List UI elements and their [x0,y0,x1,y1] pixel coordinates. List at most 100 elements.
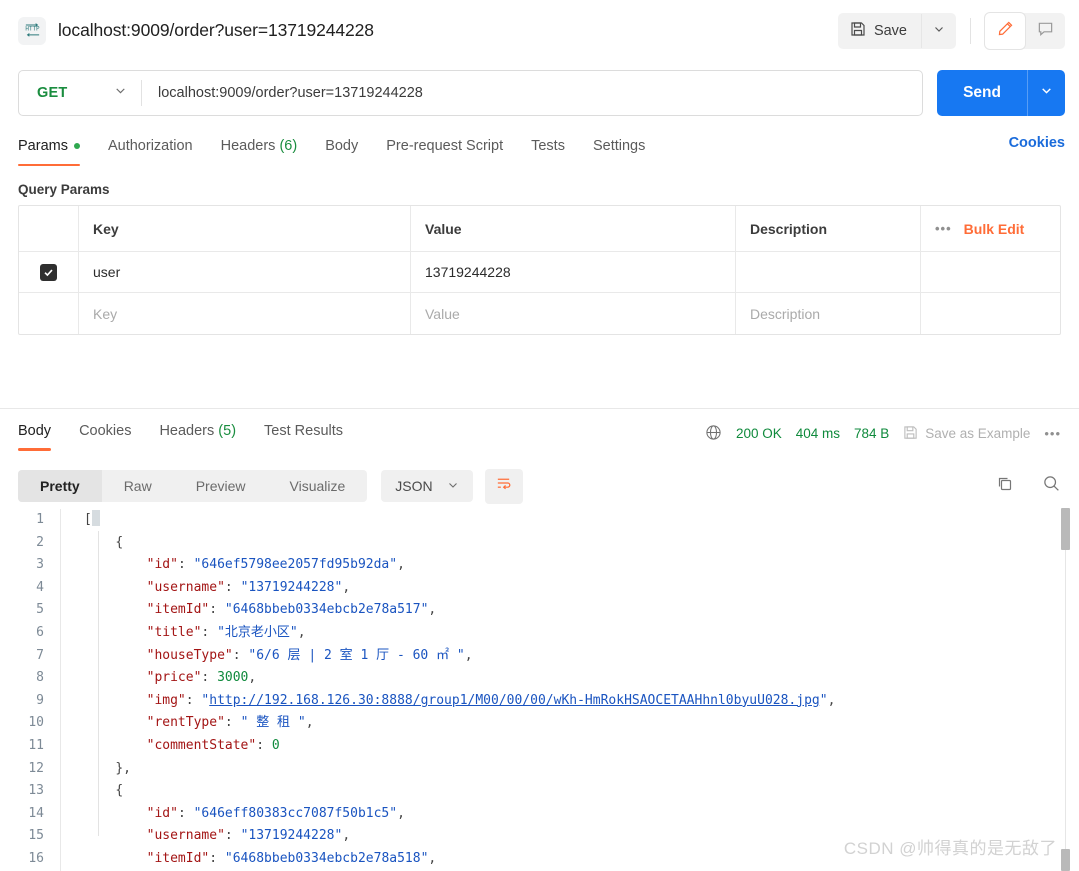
code-token: { [115,534,124,550]
row-value-cell[interactable] [411,252,736,292]
fold-column[interactable] [60,509,76,871]
body-toolbar-actions [996,474,1061,498]
save-options-button[interactable] [921,13,956,48]
response-time: 404 ms [795,426,840,441]
response-tab-headers[interactable]: Headers (5) [159,417,251,451]
code-token: : [201,670,218,686]
code-line: "id": "646eff80383cc7087f50b1c5", [84,803,1079,826]
header-value: Value [411,206,736,251]
empty-row-value-cell[interactable] [411,293,736,334]
response-tab-body[interactable]: Body [18,417,66,451]
new-param-key-input[interactable] [93,305,396,322]
url-input[interactable] [142,85,923,101]
response-header: Body Cookies Headers (5) Test Results 20… [0,409,1079,458]
response-tab-body-label: Body [18,422,52,439]
tab-pre-request-script-label: Pre-request Script [386,138,504,154]
tab-settings[interactable]: Settings [593,132,660,166]
code-token: : [256,737,272,753]
code-token: "id" [146,805,178,821]
row-description-cell[interactable] [736,252,921,292]
tab-headers[interactable]: Headers (6) [221,132,313,166]
tab-pre-request-script[interactable]: Pre-request Script [386,132,518,166]
line-number: 9 [36,692,44,708]
copy-icon[interactable] [996,475,1014,498]
format-selector[interactable]: JSON [381,470,473,502]
param-value-input[interactable] [425,264,721,280]
save-as-example-button[interactable]: Save as Example [903,425,1030,443]
cookies-link[interactable]: Cookies [1009,135,1065,163]
response-tab-headers-label: Headers [159,422,215,439]
send-group: Send [937,70,1065,116]
param-description-input[interactable] [750,264,906,280]
code-token: : [224,579,241,595]
send-options-button[interactable] [1027,70,1065,116]
save-as-example-label: Save as Example [925,426,1031,441]
wrap-lines-button[interactable] [484,468,523,504]
response-tab-cookies[interactable]: Cookies [79,417,146,451]
tab-body-label: Body [325,138,359,154]
search-icon[interactable] [1042,474,1061,498]
empty-row-actions-cell [921,293,1060,334]
code-line: "id": "646ef5798ee2057fd95b92da", [84,554,1079,577]
response-tab-test-results[interactable]: Test Results [264,417,358,451]
floppy-disk-icon [903,425,918,443]
code-token: : [232,647,249,663]
page-title: localhost:9009/order?user=13719244228 [58,20,374,40]
empty-row-description-cell[interactable] [736,293,921,334]
response-tab-test-results-label: Test Results [264,422,344,439]
param-key-input[interactable] [93,264,396,280]
row-key-cell[interactable] [79,252,411,292]
code-token: 0 [271,737,280,753]
line-number: 3 [36,557,44,573]
save-label: Save [873,22,907,39]
tab-authorization[interactable]: Authorization [108,132,208,166]
table-row [19,252,1060,293]
tab-params[interactable]: Params [18,132,95,166]
request-tabs: Params Authorization Headers (6) Body Pr… [0,132,1079,166]
new-param-value-input[interactable] [425,305,721,322]
tab-body[interactable]: Body [325,132,373,166]
code-link[interactable]: http://192.168.126.30:8888/group1/M00/00… [209,693,819,708]
response-tabs: Body Cookies Headers (5) Test Results [18,409,371,458]
tab-params-label: Params [18,138,68,154]
vertical-scrollbar-thumb-secondary[interactable] [1061,849,1070,871]
new-param-description-input[interactable] [750,305,906,322]
code-line: "rentType": " 整 租 ", [84,712,1079,735]
ellipsis-icon[interactable]: ••• [935,221,952,236]
code-token: : [209,850,225,866]
view-mode-raw[interactable]: Raw [102,470,174,502]
line-number: 11 [28,737,44,753]
empty-row-key-cell[interactable] [79,293,411,334]
code-token: , [464,647,473,663]
send-button[interactable]: Send [937,70,1027,116]
view-mode-pretty[interactable]: Pretty [18,470,102,502]
code-line: "username": "13719244228", [84,577,1079,600]
response-body-viewer[interactable]: 1 2 3 4 5 6 7 8 9 10 11 12 13 14 15 16 [ { "id": "646ef… [0,509,1079,871]
edit-button[interactable] [985,12,1025,49]
ellipsis-icon[interactable]: ••• [1044,426,1061,441]
vertical-scrollbar-track[interactable] [1065,508,1066,871]
line-number: 8 [36,670,44,686]
tab-authorization-label: Authorization [107,138,193,154]
pencil-icon [997,20,1014,42]
globe-icon[interactable] [705,424,722,444]
line-number-gutter: 1 2 3 4 5 6 7 8 9 10 11 12 13 14 15 16 [0,509,58,871]
save-button[interactable]: Save [838,13,921,49]
view-mode-visualize[interactable]: Visualize [268,470,368,502]
tab-settings-label: Settings [592,138,646,154]
line-number: 5 [36,602,44,618]
line-number: 13 [28,783,44,799]
vertical-scrollbar-thumb[interactable] [1061,508,1070,550]
response-size: 784 B [854,426,890,441]
method-selector[interactable]: GET [19,71,141,115]
view-mode-preview[interactable]: Preview [174,470,268,502]
comment-button[interactable] [1025,13,1065,49]
tab-tests[interactable]: Tests [531,132,580,166]
code-token: , [428,602,437,618]
code-token: : [185,692,202,708]
code-token: "646ef5798ee2057fd95b92da" [193,557,398,573]
query-params-table: Key Value Description ••• Bulk Edit [18,205,1061,335]
bulk-edit-button[interactable]: Bulk Edit [964,221,1025,237]
title-bar: HTTP localhost:9009/order?user=137192442… [0,0,1079,61]
param-enabled-checkbox[interactable] [40,263,57,281]
